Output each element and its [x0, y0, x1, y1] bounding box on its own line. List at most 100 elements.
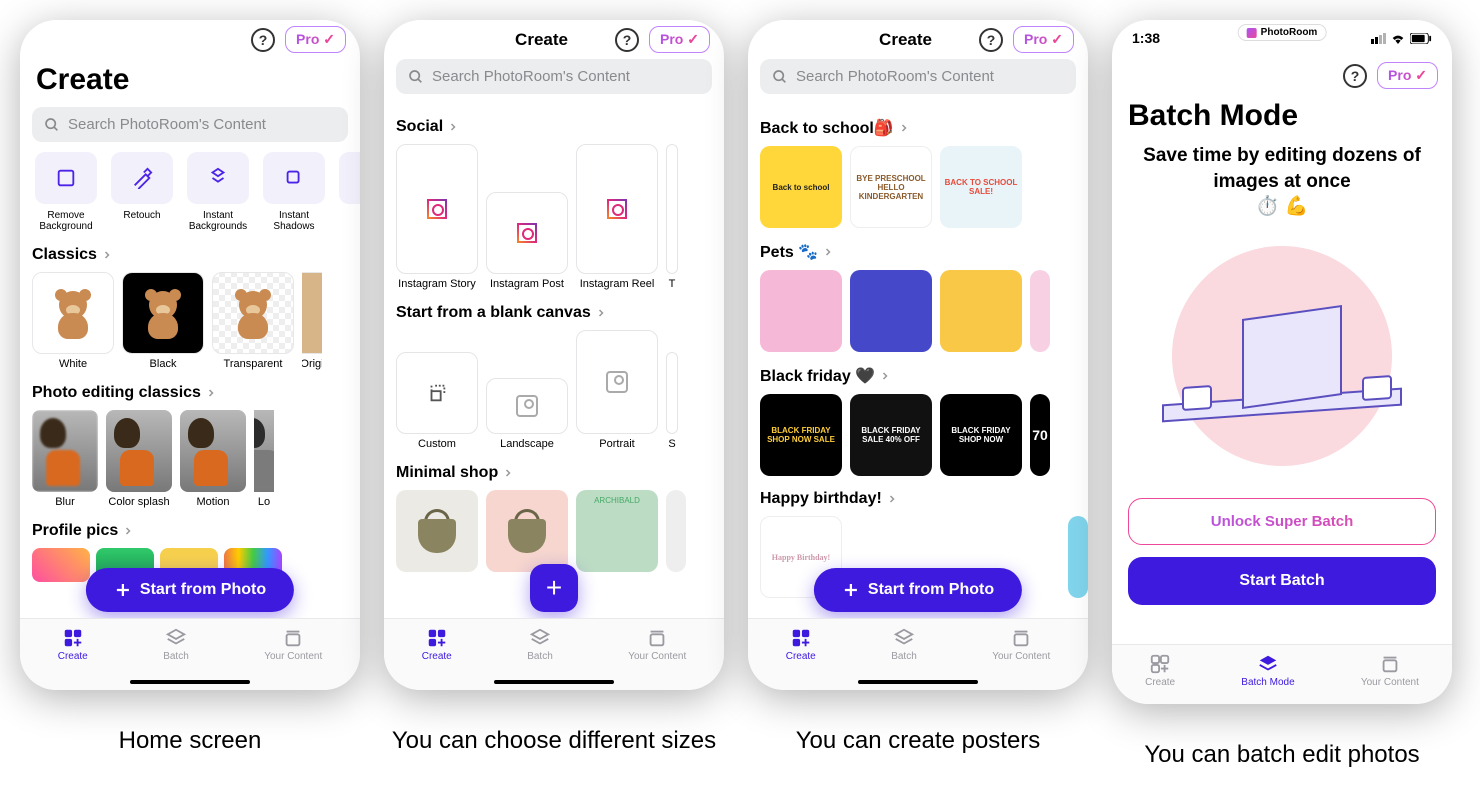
thumb-label: Portrait — [599, 438, 634, 450]
template-card[interactable]: ARCHIBALD — [576, 490, 658, 572]
start-from-photo-button[interactable]: Start from Photo — [814, 568, 1022, 612]
wifi-icon — [1390, 32, 1406, 44]
thumb-label: Landscape — [500, 438, 554, 450]
section-profile-pics[interactable]: Profile pics — [32, 508, 360, 548]
section-classics[interactable]: Classics — [32, 232, 360, 272]
poster-template[interactable] — [1030, 270, 1050, 352]
tab-label: Batch — [163, 651, 189, 662]
tab-your-content[interactable]: Your Content — [992, 627, 1050, 662]
size-custom[interactable]: Custom — [396, 352, 478, 450]
poster-template[interactable]: BLACK FRIDAY SHOP NOW — [940, 394, 1022, 476]
search-placeholder: Search PhotoRoom's Content — [796, 68, 994, 85]
poster-template[interactable] — [940, 270, 1022, 352]
template-motion[interactable]: Motion — [180, 410, 246, 508]
pro-badge[interactable]: Pro — [1013, 26, 1074, 53]
template-black[interactable]: Black — [122, 272, 204, 370]
thumb-label: Instagram Post — [490, 278, 564, 290]
tab-your-content[interactable]: Your Content — [1361, 653, 1419, 688]
tab-batch[interactable]: Batch — [527, 627, 553, 662]
top-bar: ? Pro — [1112, 56, 1452, 95]
size-ig-story[interactable]: Instagram Story — [396, 144, 478, 290]
poster-template[interactable]: BLACK FRIDAY SHOP NOW SALE — [760, 394, 842, 476]
tab-your-content[interactable]: Your Content — [628, 627, 686, 662]
section-black-friday[interactable]: Black friday 🖤 — [760, 352, 1088, 394]
search-input[interactable]: Search PhotoRoom's Content — [760, 59, 1076, 94]
tab-create[interactable]: Create — [422, 627, 452, 662]
section-title: Social — [396, 118, 443, 136]
caption: You can choose different sizes — [392, 725, 716, 757]
help-icon[interactable]: ? — [615, 28, 639, 52]
poster-template[interactable] — [1030, 146, 1050, 228]
template-transparent[interactable]: Transparent — [212, 272, 294, 370]
template-card[interactable] — [396, 490, 478, 572]
caption: Home screen — [119, 725, 262, 757]
poster-template[interactable]: Back to school — [760, 146, 842, 228]
tab-batch[interactable]: Batch — [163, 627, 189, 662]
size-portrait[interactable]: Portrait — [576, 330, 658, 450]
section-minimal-shop[interactable]: Minimal shop — [396, 450, 724, 490]
poster-template[interactable]: 70 — [1030, 394, 1050, 476]
phone-screen-home: ? Pro Create Search PhotoRoom's Content … — [20, 20, 360, 690]
fab-label: Start from Photo — [140, 581, 266, 599]
search-icon — [44, 117, 60, 133]
tool-instant-backgrounds[interactable]: Instant Backgrounds — [184, 152, 252, 232]
tool-remove-background[interactable]: Remove Background — [32, 152, 100, 232]
start-from-photo-button[interactable]: Start from Photo — [86, 568, 294, 612]
section-title: Classics — [32, 246, 97, 264]
poster-template[interactable]: BACK TO SCHOOL SALE! — [940, 146, 1022, 228]
size-ig-post[interactable]: Instagram Post — [486, 192, 568, 290]
add-button[interactable]: + — [530, 564, 578, 612]
poster-template[interactable] — [760, 270, 842, 352]
poster-template[interactable]: BYE PRESCHOOL HELLO KINDERGARTEN — [850, 146, 932, 228]
tab-create[interactable]: Create — [786, 627, 816, 662]
section-birthday[interactable]: Happy birthday! — [760, 476, 1088, 516]
tab-batch-mode[interactable]: Batch Mode — [1241, 653, 1294, 688]
help-icon[interactable]: ? — [1343, 64, 1367, 88]
tab-create[interactable]: Create — [1145, 653, 1175, 688]
tool-retouch[interactable]: Retouch — [108, 152, 176, 232]
tab-batch[interactable]: Batch — [891, 627, 917, 662]
hero-title: Save time by editing dozens of images at… — [1132, 143, 1432, 220]
tab-bar: Create Batch Your Content — [20, 618, 360, 690]
help-icon[interactable]: ? — [979, 28, 1003, 52]
pro-badge[interactable]: Pro — [285, 26, 346, 53]
template-blur[interactable]: Blur — [32, 410, 98, 508]
search-input[interactable]: Search PhotoRoom's Content — [396, 59, 712, 94]
tab-your-content[interactable]: Your Content — [264, 627, 322, 662]
poster-template[interactable] — [1068, 516, 1088, 598]
chevron-right-icon — [502, 467, 514, 479]
thumb-label: Instagram Reel — [580, 278, 655, 290]
section-title: Back to school🎒 — [760, 118, 894, 138]
minimal-row: ARCHIBALD — [396, 490, 724, 572]
poster-template[interactable] — [850, 270, 932, 352]
pro-badge[interactable]: Pro — [1377, 62, 1438, 89]
pro-badge[interactable]: Pro — [649, 26, 710, 53]
size-landscape[interactable]: Landscape — [486, 378, 568, 450]
template-color-splash[interactable]: Color splash — [106, 410, 172, 508]
tab-create[interactable]: Create — [58, 627, 88, 662]
tab-label: Your Content — [1361, 677, 1419, 688]
poster-template[interactable]: BLACK FRIDAY SALE 40% OFF — [850, 394, 932, 476]
chevron-right-icon — [122, 525, 134, 537]
help-icon[interactable]: ? — [251, 28, 275, 52]
classics-row: White Black Transparent Origi — [32, 272, 360, 370]
section-title: Pets 🐾 — [760, 242, 818, 262]
template-white[interactable]: White — [32, 272, 114, 370]
section-title: Profile pics — [32, 522, 118, 540]
unlock-super-batch-button[interactable]: Unlock Super Batch — [1128, 498, 1436, 545]
section-pets[interactable]: Pets 🐾 — [760, 228, 1088, 270]
template-cut[interactable]: Lo — [254, 410, 274, 508]
template-card[interactable] — [666, 490, 686, 572]
section-social[interactable]: Social — [396, 104, 724, 144]
section-back-to-school[interactable]: Back to school🎒 — [760, 104, 1088, 146]
social-row: Instagram Story Instagram Post Instagram… — [396, 144, 724, 290]
section-blank-canvas[interactable]: Start from a blank canvas — [396, 290, 724, 330]
start-batch-button[interactable]: Start Batch — [1128, 557, 1436, 605]
template-original[interactable]: Origi — [302, 272, 322, 370]
template-card[interactable] — [486, 490, 568, 572]
size-ig-reel[interactable]: Instagram Reel — [576, 144, 658, 290]
section-editing[interactable]: Photo editing classics — [32, 370, 360, 410]
search-input[interactable]: Search PhotoRoom's Content — [32, 107, 348, 142]
tool-instant-shadows[interactable]: Instant Shadows — [260, 152, 328, 232]
fab-label: Start from Photo — [868, 581, 994, 599]
